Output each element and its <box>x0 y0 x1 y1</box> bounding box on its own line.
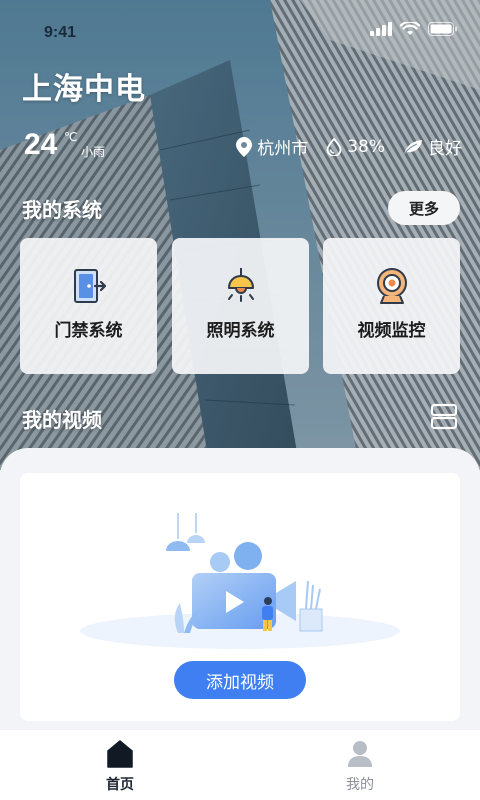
weather-info: 杭州市 38% 良好 <box>224 134 462 159</box>
humidity-drop-icon <box>326 137 342 156</box>
weather-condition: 小雨 <box>81 145 106 159</box>
humidity-value: 38% <box>347 136 385 157</box>
system-card-door[interactable]: 门禁系统 <box>20 238 157 374</box>
city-info[interactable]: 杭州市 <box>236 134 308 159</box>
empty-video-card: 添加视频 <box>20 473 460 721</box>
home-icon <box>107 740 133 768</box>
door-access-icon <box>73 269 106 303</box>
lamp-icon <box>227 268 254 302</box>
air-quality-value: 良好 <box>428 139 462 159</box>
add-video-button[interactable]: 添加视频 <box>174 661 306 699</box>
layout-toggle-icon[interactable] <box>430 402 458 430</box>
wifi-icon <box>400 22 420 35</box>
system-label: 门禁系统 <box>54 321 123 341</box>
tab-label: 我的 <box>346 777 374 793</box>
air-quality-info: 良好 <box>403 134 462 159</box>
app-title: 上海中电 <box>22 72 146 107</box>
location-pin-icon <box>236 136 253 157</box>
tab-label: 首页 <box>106 777 134 793</box>
more-button[interactable]: 更多 <box>388 191 460 225</box>
city-name: 杭州市 <box>257 139 309 159</box>
temperature: 24 <box>24 128 58 161</box>
humidity-info: 38% <box>326 137 385 157</box>
weather-row: 24 ℃ 小雨 杭州市 38% 良好 <box>22 126 462 166</box>
leaf-icon <box>403 139 422 154</box>
empty-video-illustration <box>80 513 400 649</box>
systems-title: 我的系统 <box>22 198 102 222</box>
signal-icon <box>370 22 392 36</box>
temperature-unit: ℃ <box>64 130 78 144</box>
system-label: 照明系统 <box>206 321 275 341</box>
user-icon <box>348 741 372 767</box>
system-card-camera[interactable]: 视频监控 <box>323 238 460 374</box>
battery-icon <box>428 22 457 36</box>
tab-mine[interactable]: 我的 <box>240 730 480 800</box>
status-bar: 9:41 <box>0 0 480 68</box>
camera-icon <box>376 268 407 304</box>
system-label: 视频监控 <box>357 321 426 341</box>
status-time: 9:41 <box>44 24 77 41</box>
tab-bar: 首页 我的 <box>0 730 480 800</box>
system-card-lighting[interactable]: 照明系统 <box>172 238 309 374</box>
videos-title: 我的视频 <box>22 408 102 432</box>
tab-home[interactable]: 首页 <box>0 730 240 800</box>
status-icons <box>370 22 458 36</box>
